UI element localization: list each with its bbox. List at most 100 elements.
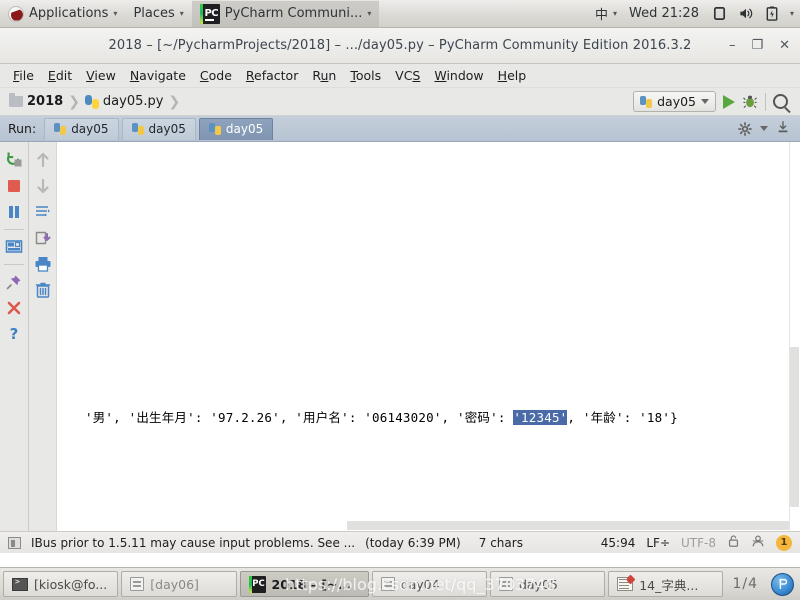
- taskbar-item-day04[interactable]: day04: [371, 571, 487, 597]
- console-output[interactable]: '男', '出生年月': '97.2.26', '用户名': '06143020…: [56, 142, 800, 531]
- taskbar-item-label: [day06]: [150, 576, 199, 592]
- places-menu[interactable]: Places ▾: [125, 0, 191, 27]
- close-button[interactable]: ✕: [779, 39, 790, 52]
- status-message[interactable]: IBus prior to 1.5.11 may cause input pro…: [31, 536, 355, 550]
- lock-icon[interactable]: [727, 534, 740, 551]
- taskbar-item-dictionary[interactable]: 14_字典...: [608, 571, 724, 597]
- trash-icon[interactable]: [31, 278, 55, 302]
- panel-right-group: 中 ▾ Wed 21:28 ▾: [591, 0, 800, 27]
- status-badge[interactable]: 1: [776, 534, 792, 551]
- battery-icon[interactable]: [763, 5, 781, 23]
- taskbar-item-terminal[interactable]: [kiosk@fo...: [3, 571, 119, 597]
- taskbar-item-label: 14_字典...: [639, 577, 699, 593]
- terminal-icon: [12, 577, 28, 591]
- python-file-icon: [84, 94, 99, 109]
- volume-icon[interactable]: [737, 5, 755, 23]
- panel-chevron-down-icon[interactable]: ▾: [790, 9, 794, 18]
- stop-icon[interactable]: [2, 174, 26, 198]
- chevron-down-icon: [701, 99, 709, 104]
- pause-icon[interactable]: [2, 200, 26, 224]
- menu-file[interactable]: File: [6, 66, 41, 85]
- menu-vcs[interactable]: VCS: [388, 66, 427, 85]
- menu-code[interactable]: Code: [193, 66, 239, 85]
- run-tab-label: day05: [148, 122, 186, 136]
- workspace-switcher[interactable]: 1/4: [726, 572, 797, 596]
- applications-label: Applications: [29, 6, 109, 21]
- menu-window[interactable]: Window: [427, 66, 490, 85]
- down-arrow-icon[interactable]: [31, 174, 55, 198]
- chevron-down-icon: ▾: [113, 8, 118, 18]
- menu-navigate[interactable]: Navigate: [123, 66, 193, 85]
- pin-icon[interactable]: [2, 270, 26, 294]
- menu-help[interactable]: Help: [491, 66, 534, 85]
- taskbar: [kiosk@fo... [day06] PC 2018 – [~... day…: [0, 567, 800, 600]
- run-tab-2[interactable]: day05: [121, 117, 196, 140]
- close-icon[interactable]: [2, 296, 26, 320]
- screen-root: Applications ▾ Places ▾ PC PyCharm Commu…: [0, 0, 800, 600]
- up-arrow-icon[interactable]: [31, 148, 55, 172]
- taskbar-item-day06[interactable]: [day06]: [121, 571, 237, 597]
- taskbar-item-pycharm[interactable]: PC 2018 – [~...: [239, 571, 369, 597]
- notification-icon[interactable]: [8, 536, 21, 549]
- input-method-label: 中: [595, 8, 609, 23]
- search-icon[interactable]: [773, 94, 788, 109]
- console-horizontal-scrollbar[interactable]: [347, 520, 789, 531]
- scrollbar-thumb[interactable]: [790, 347, 799, 507]
- menu-run[interactable]: Run: [305, 66, 343, 85]
- breadcrumb-project-label: 2018: [27, 94, 64, 109]
- caret-position[interactable]: 45:94: [601, 536, 636, 550]
- help-icon[interactable]: ?: [2, 322, 26, 346]
- title-bar: 2018 – [~/PycharmProjects/2018] – .../da…: [0, 28, 800, 64]
- panel-left-group: Applications ▾ Places ▾ PC PyCharm Commu…: [0, 0, 380, 27]
- menu-refactor[interactable]: Refactor: [239, 66, 305, 85]
- gear-icon[interactable]: [738, 121, 752, 136]
- line-separator[interactable]: LF÷: [646, 536, 670, 550]
- run-tab-label: day05: [71, 122, 109, 136]
- workspace-indicator[interactable]: 1/4: [726, 576, 764, 592]
- window-menu-pycharm[interactable]: PC PyCharm Communi... ▾: [191, 0, 380, 27]
- breadcrumb-project[interactable]: 2018: [6, 93, 66, 109]
- folder-icon: [9, 93, 23, 107]
- run-tab-label: day05: [225, 122, 264, 136]
- run-tab-3[interactable]: day05: [198, 117, 274, 140]
- debug-icon[interactable]: [742, 94, 758, 109]
- window-controls: – ❐ ✕: [729, 28, 790, 63]
- chevron-down-icon[interactable]: [760, 126, 768, 131]
- layout-icon[interactable]: [2, 235, 26, 259]
- run-tab-1[interactable]: day05: [44, 117, 119, 140]
- run-configuration-label: day05: [657, 94, 696, 109]
- app-circle-icon[interactable]: [771, 572, 795, 596]
- file-manager-icon: [380, 577, 395, 591]
- breadcrumb-separator-icon: ❯: [68, 93, 80, 110]
- status-bar-right: 45:94 LF÷ UTF-8 1: [601, 534, 792, 551]
- taskbar-item-label: day04: [400, 576, 440, 592]
- console-actions-toolbar: [28, 142, 56, 531]
- console-vertical-scrollbar[interactable]: [789, 142, 800, 531]
- breadcrumb-file-label: day05.py: [102, 94, 164, 109]
- hide-icon[interactable]: [776, 120, 790, 137]
- user-icon[interactable]: [751, 534, 765, 551]
- soft-wrap-icon[interactable]: [31, 200, 55, 224]
- menu-tools[interactable]: Tools: [343, 66, 388, 85]
- console-selected-text[interactable]: '12345': [513, 410, 568, 425]
- window-title: 2018 – [~/PycharmProjects/2018] – .../da…: [108, 38, 692, 53]
- menu-edit[interactable]: Edit: [41, 66, 79, 85]
- file-encoding[interactable]: UTF-8: [681, 536, 716, 550]
- rerun-icon[interactable]: [2, 148, 26, 172]
- taskbar-item-day05[interactable]: day05: [489, 571, 606, 597]
- display-icon[interactable]: [711, 5, 729, 23]
- print-icon[interactable]: [31, 252, 55, 276]
- applications-menu[interactable]: Applications ▾: [0, 0, 125, 27]
- breadcrumb-separator-icon: ❯: [168, 93, 181, 110]
- clock[interactable]: Wed 21:28: [621, 0, 707, 27]
- scrollbar-thumb[interactable]: [347, 521, 789, 530]
- console-text-after: , '年龄': '18'}: [567, 410, 678, 425]
- input-method-indicator[interactable]: 中 ▾: [591, 0, 621, 27]
- run-configuration-selector[interactable]: day05: [633, 91, 716, 112]
- run-icon[interactable]: [723, 94, 735, 109]
- menu-view[interactable]: View: [79, 66, 123, 85]
- minimize-button[interactable]: –: [729, 39, 736, 52]
- export-icon[interactable]: [31, 226, 55, 250]
- breadcrumb-file[interactable]: day05.py: [82, 94, 167, 109]
- maximize-button[interactable]: ❐: [751, 39, 763, 52]
